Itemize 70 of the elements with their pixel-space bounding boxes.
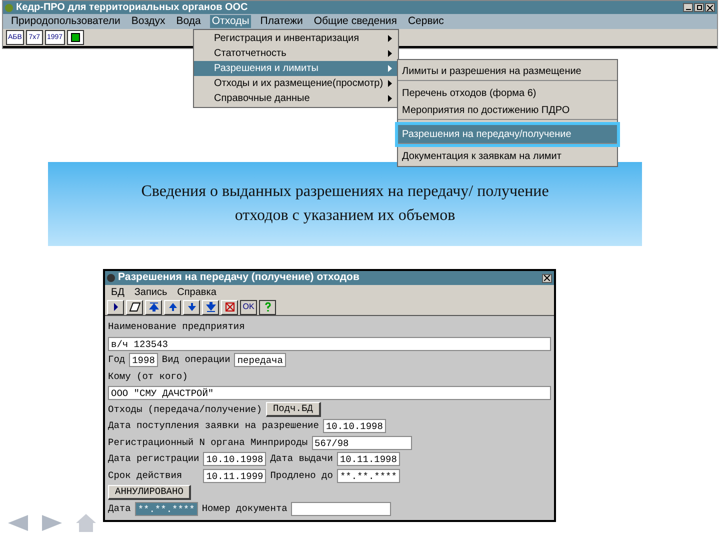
field-label: Наименование предприятия — [108, 320, 245, 334]
menu-entry[interactable]: Справочные данные — [194, 91, 398, 106]
submenu-arrow-icon — [388, 95, 392, 102]
field-label: Кому (от кого) — [108, 370, 188, 384]
field-label: Дата регистрации — [108, 452, 200, 466]
app-icon — [107, 274, 115, 282]
input-field[interactable]: ООО "СМУ ДАЧСТРОЙ" — [108, 386, 551, 400]
menu-item[interactable]: БД — [111, 284, 124, 300]
input-field[interactable]: в/ч 123543 — [108, 336, 551, 351]
menu-entry[interactable]: Отходы и их размещение(просмотр) — [194, 76, 398, 91]
form-button[interactable]: АННУЛИРОВАНО — [108, 484, 192, 500]
input-field[interactable]: 10.10.1998 — [203, 452, 266, 466]
menu-item[interactable]: Запись — [134, 284, 168, 300]
submenu-entry[interactable]: Документация к заявкам на лимит — [398, 149, 617, 164]
submenu-entry[interactable]: Лимиты и разрешения на размещение — [398, 62, 617, 81]
input-field[interactable] — [291, 502, 392, 516]
menu-entry[interactable]: Разрешения и лимиты — [194, 61, 398, 76]
submenu-arrow-icon — [388, 65, 392, 72]
input-field[interactable]: 1998 — [129, 353, 158, 368]
menu-item[interactable]: Вода — [174, 15, 203, 28]
ok-button[interactable]: OK — [240, 300, 257, 314]
input-field[interactable]: 567/98 — [312, 436, 412, 450]
close-icon[interactable] — [542, 274, 552, 282]
field-label: Вид операции — [162, 353, 230, 368]
last-record-icon[interactable] — [202, 300, 219, 314]
menu-item[interactable]: Воздух — [129, 15, 168, 28]
callout-text: Сведения о выданных разрешениях на передачу/ получение отходов с указанием их объемов — [140, 182, 550, 226]
menu-item[interactable]: Общие сведения — [312, 15, 399, 28]
field-label: Отходы (передача/получение) — [108, 402, 262, 417]
first-record-icon[interactable] — [145, 300, 162, 314]
menu-item[interactable]: Отходы — [210, 15, 252, 28]
input-field[interactable]: **.**.**** — [336, 468, 400, 483]
input-field[interactable]: передача — [234, 353, 286, 368]
field-label: Дата — [108, 502, 131, 516]
submenu-arrow-icon — [388, 80, 392, 87]
submenu-arrow-icon — [388, 50, 392, 57]
menu-item[interactable]: Сервис — [406, 15, 446, 28]
menu-item[interactable]: Природопользователи — [9, 15, 122, 28]
input-field[interactable]: 10.11.1998 — [336, 452, 400, 466]
cube-icon — [70, 33, 80, 42]
submenu-entry[interactable]: Перечень отходов (форма 6) — [398, 86, 617, 101]
input-field[interactable]: 10.11.1999 — [203, 468, 266, 483]
menu-item[interactable]: Справка — [177, 284, 216, 300]
menu-entry[interactable]: Регистрация и инвентаризация — [194, 31, 398, 46]
submenu-entry[interactable]: Мероприятия по достижению ПДРО — [398, 101, 617, 120]
field-label: Регистрационный N органа Минприроды — [108, 436, 308, 450]
maximize-icon[interactable] — [694, 3, 704, 12]
submenu-arrow-icon — [388, 35, 392, 42]
dialog-title: Разрешения на передачу (получение) отходов — [118, 270, 360, 286]
menu-entry[interactable]: Статотчетность — [194, 46, 398, 61]
app-icon — [5, 4, 13, 12]
field-label: Дата выдачи — [270, 452, 333, 466]
minimize-icon[interactable] — [683, 3, 693, 12]
field-label: Год — [108, 353, 126, 368]
help-icon[interactable] — [259, 300, 276, 314]
field-label: Дата поступления заявки на разрешение — [108, 419, 319, 434]
form-button[interactable]: Подч.БД — [266, 402, 321, 418]
field-label: Срок действия — [108, 468, 184, 483]
input-field[interactable]: **.**.**** — [134, 502, 198, 516]
play-icon[interactable] — [107, 300, 124, 314]
menu-item[interactable]: Платежи — [258, 15, 305, 28]
submenu-entry[interactable]: Разрешения на передачу/получение — [398, 125, 617, 144]
close-icon[interactable] — [705, 3, 715, 12]
window-title: Кедр-ПРО для территориальных органов ООС — [16, 2, 248, 14]
field-label: Продлено до — [270, 468, 333, 483]
field-label: Номер документа — [202, 502, 288, 516]
delete-icon[interactable] — [221, 300, 238, 314]
page-icon[interactable] — [126, 300, 143, 314]
toolbar-button[interactable] — [66, 30, 84, 45]
input-field[interactable]: 10.10.1998 — [322, 419, 386, 434]
